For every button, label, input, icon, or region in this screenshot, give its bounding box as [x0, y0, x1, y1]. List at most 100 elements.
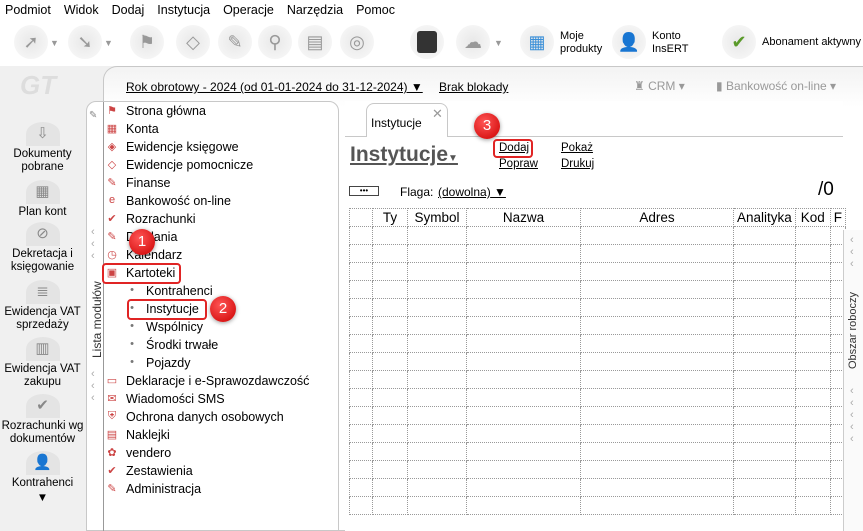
- table-row[interactable]: [349, 424, 847, 443]
- cell[interactable]: [349, 460, 373, 479]
- menu-5[interactable]: Narzędzia: [287, 0, 349, 20]
- cell[interactable]: [407, 316, 467, 335]
- cell[interactable]: [407, 460, 467, 479]
- cell[interactable]: [580, 388, 734, 407]
- tree-item[interactable]: ◈ Ewidencje księgowe: [104, 138, 239, 156]
- cell[interactable]: [466, 334, 581, 353]
- shortcut-dokumenty-pobrane[interactable]: ⇩ Dokumenty pobrane: [0, 122, 85, 174]
- tree-item[interactable]: ✎ Finanse: [104, 174, 170, 192]
- column-header[interactable]: Adres: [580, 208, 734, 227]
- cell[interactable]: [580, 316, 734, 335]
- cell[interactable]: [466, 442, 581, 461]
- cell[interactable]: [580, 262, 734, 281]
- tree-item[interactable]: ◇ Ewidencje pomocnicze: [104, 156, 253, 174]
- menu-0[interactable]: Podmiot: [5, 0, 57, 20]
- cell[interactable]: [794, 352, 831, 371]
- cell[interactable]: [580, 352, 734, 371]
- cell[interactable]: [407, 262, 467, 281]
- cell[interactable]: [466, 406, 581, 425]
- column-header[interactable]: Analityka: [733, 208, 796, 227]
- column-header[interactable]: [349, 208, 373, 227]
- table-row[interactable]: [349, 316, 847, 335]
- cell[interactable]: [580, 406, 734, 425]
- cell[interactable]: [407, 406, 467, 425]
- cell[interactable]: [372, 280, 408, 299]
- brak-blokady-link[interactable]: Brak blokady: [439, 80, 508, 94]
- cell[interactable]: [466, 388, 581, 407]
- table-row[interactable]: [349, 478, 847, 497]
- column-header[interactable]: Kod: [794, 208, 831, 227]
- cell[interactable]: [733, 478, 796, 497]
- cell[interactable]: [372, 316, 408, 335]
- cell[interactable]: [372, 226, 408, 245]
- cell[interactable]: [794, 316, 831, 335]
- cell[interactable]: [372, 478, 408, 497]
- cell[interactable]: [733, 496, 796, 515]
- table-row[interactable]: [349, 226, 847, 245]
- table-row[interactable]: [349, 262, 847, 281]
- cell[interactable]: [466, 280, 581, 299]
- cell[interactable]: [407, 388, 467, 407]
- cell[interactable]: [407, 478, 467, 497]
- tree-item[interactable]: • Kontrahenci: [128, 282, 213, 300]
- cell[interactable]: [580, 244, 734, 263]
- cell[interactable]: [466, 460, 581, 479]
- cell[interactable]: [733, 442, 796, 461]
- table-row[interactable]: [349, 352, 847, 371]
- cell[interactable]: [372, 370, 408, 389]
- cell[interactable]: [466, 478, 581, 497]
- chevron-left-icon[interactable]: ‹ ‹ ‹: [91, 226, 95, 262]
- cell[interactable]: [794, 370, 831, 389]
- cell[interactable]: [372, 496, 408, 515]
- cell[interactable]: [349, 316, 373, 335]
- cell[interactable]: [349, 244, 373, 263]
- cell[interactable]: [580, 370, 734, 389]
- menu-1[interactable]: Widok: [64, 0, 105, 20]
- cell[interactable]: [580, 334, 734, 353]
- close-icon[interactable]: ✕: [432, 106, 443, 122]
- cell[interactable]: [733, 388, 796, 407]
- cell[interactable]: [733, 244, 796, 263]
- cell[interactable]: [733, 280, 796, 299]
- tree-item[interactable]: ✿ vendero: [104, 444, 171, 462]
- cell[interactable]: [733, 424, 796, 443]
- table-row[interactable]: [349, 280, 847, 299]
- cell[interactable]: [580, 460, 734, 479]
- cell[interactable]: [466, 316, 581, 335]
- cell[interactable]: [349, 478, 373, 497]
- cell[interactable]: [733, 352, 796, 371]
- cell[interactable]: [794, 226, 831, 245]
- cell[interactable]: [794, 424, 831, 443]
- cell[interactable]: [466, 424, 581, 443]
- cloud-server-icon[interactable]: ☁: [456, 25, 490, 59]
- cell[interactable]: [407, 298, 467, 317]
- cell[interactable]: [407, 496, 467, 515]
- rok-obrotowy-dropdown[interactable]: Rok obrotowy - 2024 (od 01-01-2024 do 31…: [126, 80, 423, 94]
- cell[interactable]: [466, 370, 581, 389]
- table-row[interactable]: [349, 460, 847, 479]
- cell[interactable]: [349, 442, 373, 461]
- cell[interactable]: [794, 460, 831, 479]
- cell[interactable]: [733, 298, 796, 317]
- cell[interactable]: [733, 406, 796, 425]
- tree-item[interactable]: ▤ Naklejki: [104, 426, 170, 444]
- shortcut-rozrachunki[interactable]: ✔ Rozrachunki wg dokumentów: [0, 394, 85, 446]
- cell[interactable]: [580, 280, 734, 299]
- pokaz-link[interactable]: Pokaż: [561, 142, 593, 154]
- cell[interactable]: [580, 298, 734, 317]
- tree-item[interactable]: ✎ Administracja: [104, 480, 201, 498]
- document-icon[interactable]: ◇: [176, 25, 210, 59]
- table-row[interactable]: [349, 244, 847, 263]
- cell[interactable]: [372, 406, 408, 425]
- cell[interactable]: [733, 226, 796, 245]
- table-row[interactable]: [349, 442, 847, 461]
- cell[interactable]: [733, 262, 796, 281]
- flaga-dropdown[interactable]: (dowolna) ▼: [438, 185, 506, 199]
- cell[interactable]: [407, 370, 467, 389]
- shield-check-icon[interactable]: ✔: [722, 25, 756, 59]
- cell[interactable]: [349, 370, 373, 389]
- cell[interactable]: [466, 298, 581, 317]
- cell[interactable]: [733, 334, 796, 353]
- search-icon[interactable]: ⚲: [258, 25, 292, 59]
- cell[interactable]: [580, 478, 734, 497]
